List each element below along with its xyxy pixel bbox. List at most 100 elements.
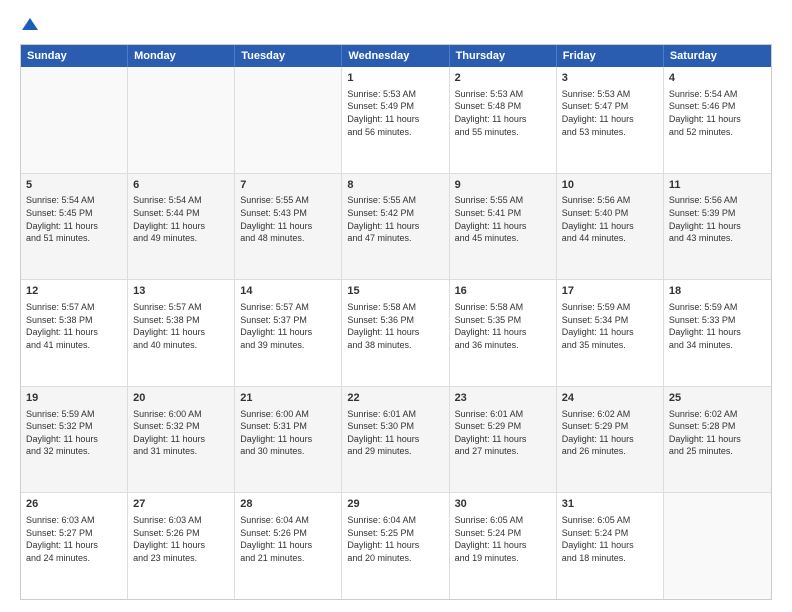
day-number: 6 (133, 178, 229, 193)
day-info: Sunrise: 6:01 AM Sunset: 5:30 PM Dayligh… (347, 408, 443, 458)
day-number: 10 (562, 178, 658, 193)
day-info: Sunrise: 5:54 AM Sunset: 5:44 PM Dayligh… (133, 194, 229, 244)
day-info: Sunrise: 6:02 AM Sunset: 5:29 PM Dayligh… (562, 408, 658, 458)
day-info: Sunrise: 6:04 AM Sunset: 5:25 PM Dayligh… (347, 514, 443, 564)
calendar-week: 19 Sunrise: 5:59 AM Sunset: 5:32 PM Dayli… (21, 387, 771, 494)
day-number: 24 (562, 391, 658, 406)
calendar-header-cell: Sunday (21, 45, 128, 67)
day-number: 16 (455, 284, 551, 299)
day-info: Sunrise: 6:04 AM Sunset: 5:26 PM Dayligh… (240, 514, 336, 564)
day-number: 26 (26, 497, 122, 512)
day-info: Sunrise: 6:03 AM Sunset: 5:26 PM Dayligh… (133, 514, 229, 564)
day-number: 12 (26, 284, 122, 299)
day-number: 3 (562, 71, 658, 86)
calendar-cell: 22 Sunrise: 6:01 AM Sunset: 5:30 PM Dayli… (342, 387, 449, 493)
calendar-cell: 3 Sunrise: 5:53 AM Sunset: 5:47 PM Daylig… (557, 67, 664, 173)
day-info: Sunrise: 5:56 AM Sunset: 5:40 PM Dayligh… (562, 194, 658, 244)
calendar-cell: 8Sunrise: 5:55 AM Sunset: 5:42 PM Daylig… (342, 174, 449, 280)
calendar-cell: 20 Sunrise: 6:00 AM Sunset: 5:32 PM Dayli… (128, 387, 235, 493)
day-number: 22 (347, 391, 443, 406)
calendar-cell: 25Sunrise: 6:02 AM Sunset: 5:28 PM Dayli… (664, 387, 771, 493)
logo-icon (22, 16, 38, 32)
day-info: Sunrise: 6:05 AM Sunset: 5:24 PM Dayligh… (562, 514, 658, 564)
day-number: 20 (133, 391, 229, 406)
page: SundayMondayTuesdayWednesdayThursdayFrid… (0, 0, 792, 612)
calendar-cell: 5Sunrise: 5:54 AM Sunset: 5:45 PM Daylig… (21, 174, 128, 280)
calendar-cell: 1 Sunrise: 5:53 AM Sunset: 5:49 PM Daylig… (342, 67, 449, 173)
day-info: Sunrise: 5:55 AM Sunset: 5:43 PM Dayligh… (240, 194, 336, 244)
calendar-cell: 26 Sunrise: 6:03 AM Sunset: 5:27 PM Dayli… (21, 493, 128, 599)
calendar-header-cell: Friday (557, 45, 664, 67)
calendar-header-cell: Wednesday (342, 45, 449, 67)
calendar-cell: 31Sunrise: 6:05 AM Sunset: 5:24 PM Dayli… (557, 493, 664, 599)
calendar-cell: 17Sunrise: 5:59 AM Sunset: 5:34 PM Dayli… (557, 280, 664, 386)
day-info: Sunrise: 6:01 AM Sunset: 5:29 PM Dayligh… (455, 408, 551, 458)
calendar-header-cell: Thursday (450, 45, 557, 67)
calendar-cell: 21Sunrise: 6:00 AM Sunset: 5:31 PM Dayli… (235, 387, 342, 493)
day-info: Sunrise: 6:03 AM Sunset: 5:27 PM Dayligh… (26, 514, 122, 564)
day-info: Sunrise: 5:57 AM Sunset: 5:37 PM Dayligh… (240, 301, 336, 351)
calendar-cell: 14 Sunrise: 5:57 AM Sunset: 5:37 PM Dayli… (235, 280, 342, 386)
calendar-cell: 10Sunrise: 5:56 AM Sunset: 5:40 PM Dayli… (557, 174, 664, 280)
calendar-cell: 23 Sunrise: 6:01 AM Sunset: 5:29 PM Dayli… (450, 387, 557, 493)
calendar-cell (235, 67, 342, 173)
calendar-week: 12 Sunrise: 5:57 AM Sunset: 5:38 PM Dayli… (21, 280, 771, 387)
calendar-cell: 13 Sunrise: 5:57 AM Sunset: 5:38 PM Dayli… (128, 280, 235, 386)
day-info: Sunrise: 5:53 AM Sunset: 5:49 PM Dayligh… (347, 88, 443, 138)
calendar-cell: 4Sunrise: 5:54 AM Sunset: 5:46 PM Daylig… (664, 67, 771, 173)
day-info: Sunrise: 5:58 AM Sunset: 5:35 PM Dayligh… (455, 301, 551, 351)
day-number: 30 (455, 497, 551, 512)
calendar-cell: 28 Sunrise: 6:04 AM Sunset: 5:26 PM Dayli… (235, 493, 342, 599)
day-number: 9 (455, 178, 551, 193)
calendar-cell: 29 Sunrise: 6:04 AM Sunset: 5:25 PM Dayli… (342, 493, 449, 599)
day-info: Sunrise: 5:59 AM Sunset: 5:33 PM Dayligh… (669, 301, 766, 351)
calendar-cell: 11Sunrise: 5:56 AM Sunset: 5:39 PM Dayli… (664, 174, 771, 280)
calendar-cell: 2Sunrise: 5:53 AM Sunset: 5:48 PM Daylig… (450, 67, 557, 173)
calendar-cell: 7Sunrise: 5:55 AM Sunset: 5:43 PM Daylig… (235, 174, 342, 280)
day-number: 11 (669, 178, 766, 193)
day-info: Sunrise: 6:05 AM Sunset: 5:24 PM Dayligh… (455, 514, 551, 564)
day-number: 1 (347, 71, 443, 86)
day-info: Sunrise: 5:55 AM Sunset: 5:42 PM Dayligh… (347, 194, 443, 244)
calendar-header-cell: Tuesday (235, 45, 342, 67)
day-number: 23 (455, 391, 551, 406)
header (20, 18, 772, 32)
day-info: Sunrise: 5:59 AM Sunset: 5:32 PM Dayligh… (26, 408, 122, 458)
calendar: SundayMondayTuesdayWednesdayThursdayFrid… (20, 44, 772, 600)
day-info: Sunrise: 5:54 AM Sunset: 5:45 PM Dayligh… (26, 194, 122, 244)
calendar-cell: 18Sunrise: 5:59 AM Sunset: 5:33 PM Dayli… (664, 280, 771, 386)
day-number: 25 (669, 391, 766, 406)
day-number: 13 (133, 284, 229, 299)
calendar-cell: 16 Sunrise: 5:58 AM Sunset: 5:35 PM Dayli… (450, 280, 557, 386)
calendar-cell: 24 Sunrise: 6:02 AM Sunset: 5:29 PM Dayli… (557, 387, 664, 493)
calendar-week: 1 Sunrise: 5:53 AM Sunset: 5:49 PM Daylig… (21, 67, 771, 174)
day-number: 28 (240, 497, 336, 512)
day-number: 5 (26, 178, 122, 193)
calendar-cell: 30 Sunrise: 6:05 AM Sunset: 5:24 PM Dayli… (450, 493, 557, 599)
day-info: Sunrise: 5:56 AM Sunset: 5:39 PM Dayligh… (669, 194, 766, 244)
day-number: 14 (240, 284, 336, 299)
calendar-cell (664, 493, 771, 599)
day-info: Sunrise: 5:57 AM Sunset: 5:38 PM Dayligh… (133, 301, 229, 351)
day-number: 4 (669, 71, 766, 86)
day-number: 19 (26, 391, 122, 406)
calendar-header: SundayMondayTuesdayWednesdayThursdayFrid… (21, 45, 771, 67)
day-info: Sunrise: 5:55 AM Sunset: 5:41 PM Dayligh… (455, 194, 551, 244)
day-number: 29 (347, 497, 443, 512)
calendar-week: 26 Sunrise: 6:03 AM Sunset: 5:27 PM Dayli… (21, 493, 771, 599)
calendar-cell: 15 Sunrise: 5:58 AM Sunset: 5:36 PM Dayli… (342, 280, 449, 386)
day-info: Sunrise: 5:53 AM Sunset: 5:47 PM Dayligh… (562, 88, 658, 138)
day-info: Sunrise: 6:00 AM Sunset: 5:31 PM Dayligh… (240, 408, 336, 458)
day-info: Sunrise: 5:58 AM Sunset: 5:36 PM Dayligh… (347, 301, 443, 351)
calendar-header-cell: Saturday (664, 45, 771, 67)
calendar-header-cell: Monday (128, 45, 235, 67)
calendar-week: 5Sunrise: 5:54 AM Sunset: 5:45 PM Daylig… (21, 174, 771, 281)
day-number: 2 (455, 71, 551, 86)
day-info: Sunrise: 5:59 AM Sunset: 5:34 PM Dayligh… (562, 301, 658, 351)
day-info: Sunrise: 5:57 AM Sunset: 5:38 PM Dayligh… (26, 301, 122, 351)
day-info: Sunrise: 6:00 AM Sunset: 5:32 PM Dayligh… (133, 408, 229, 458)
logo (20, 18, 38, 32)
calendar-cell (128, 67, 235, 173)
day-number: 15 (347, 284, 443, 299)
calendar-body: 1 Sunrise: 5:53 AM Sunset: 5:49 PM Daylig… (21, 67, 771, 599)
